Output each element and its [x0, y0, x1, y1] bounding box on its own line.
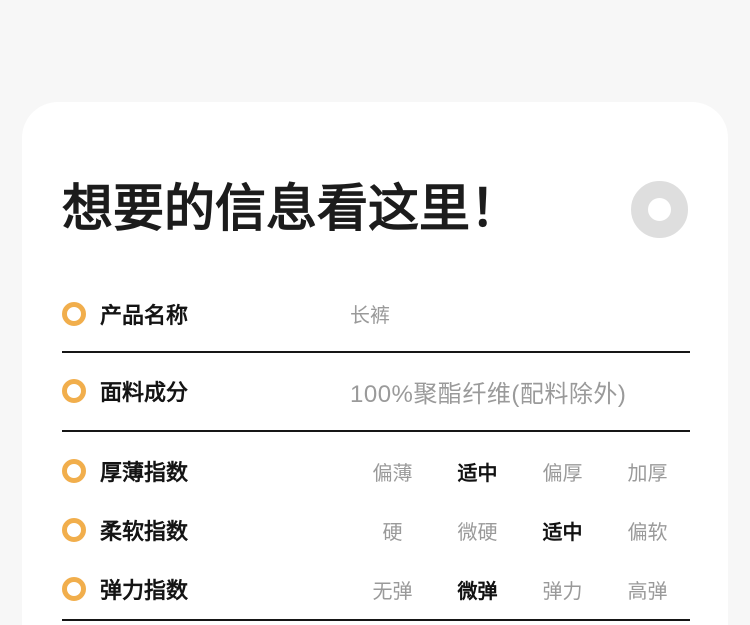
row-label: 产品名称	[100, 302, 189, 328]
option: 加厚	[627, 462, 668, 485]
option: 偏厚	[542, 462, 583, 485]
index-group: 厚薄指数 偏薄 适中 偏厚 加厚 柔软指数 硬 微硬 适中 偏软 弹力指数 无弹…	[62, 432, 690, 621]
ring-bullet-icon	[62, 379, 86, 404]
option-scale: 无弹 微弹 弹力 高弹	[350, 575, 690, 604]
ring-bullet-icon	[62, 518, 86, 543]
option-selected: 微弹	[457, 580, 498, 603]
row-label: 厚薄指数	[100, 460, 189, 486]
option: 硬	[382, 521, 403, 544]
row-label-zone: 弹力指数	[62, 573, 350, 605]
index-row-softness: 柔软指数 硬 微硬 适中 偏软	[62, 501, 690, 560]
index-row-thickness: 厚薄指数 偏薄 适中 偏厚 加厚	[62, 442, 690, 501]
row-label: 柔软指数	[100, 519, 189, 545]
row-label: 弹力指数	[100, 578, 189, 604]
ring-bullet-icon	[62, 577, 86, 602]
option-scale: 偏薄 适中 偏厚 加厚	[350, 457, 690, 486]
option: 高弹	[627, 580, 668, 603]
option-selected: 适中	[542, 521, 583, 544]
row-value: 100%聚酯纤维(配料除外)	[350, 380, 627, 408]
product-info-page: 想要的信息看这里！ 产品名称 长裤 面料成分 100%聚酯纤维(配料除外) 厚薄…	[0, 0, 750, 625]
info-row-fabric: 面料成分 100%聚酯纤维(配料除外)	[62, 353, 690, 432]
row-label-zone: 柔软指数	[62, 514, 350, 546]
ring-bullet-icon	[62, 459, 86, 484]
row-label: 面料成分	[100, 380, 189, 406]
option: 无弹	[372, 580, 413, 603]
ring-bullet-icon	[62, 301, 86, 326]
option-scale: 硬 微硬 适中 偏软	[350, 516, 690, 545]
header: 想要的信息看这里！	[62, 102, 690, 239]
ring-icon	[631, 180, 688, 238]
index-row-elasticity: 弹力指数 无弹 微弹 弹力 高弹	[62, 560, 690, 619]
page-title: 想要的信息看这里！	[62, 180, 522, 237]
option-selected: 适中	[457, 462, 498, 485]
option: 偏软	[627, 521, 668, 544]
product-info-card: 想要的信息看这里！ 产品名称 长裤 面料成分 100%聚酯纤维(配料除外) 厚薄…	[22, 102, 728, 625]
row-label-zone: 面料成分	[62, 375, 350, 407]
row-value: 长裤	[350, 305, 390, 328]
info-row-product-name: 产品名称 长裤	[62, 277, 690, 353]
row-label-zone: 产品名称	[62, 298, 350, 330]
option: 偏薄	[372, 462, 413, 485]
option: 弹力	[542, 580, 583, 603]
row-label-zone: 厚薄指数	[62, 455, 350, 487]
option: 微硬	[457, 521, 498, 544]
